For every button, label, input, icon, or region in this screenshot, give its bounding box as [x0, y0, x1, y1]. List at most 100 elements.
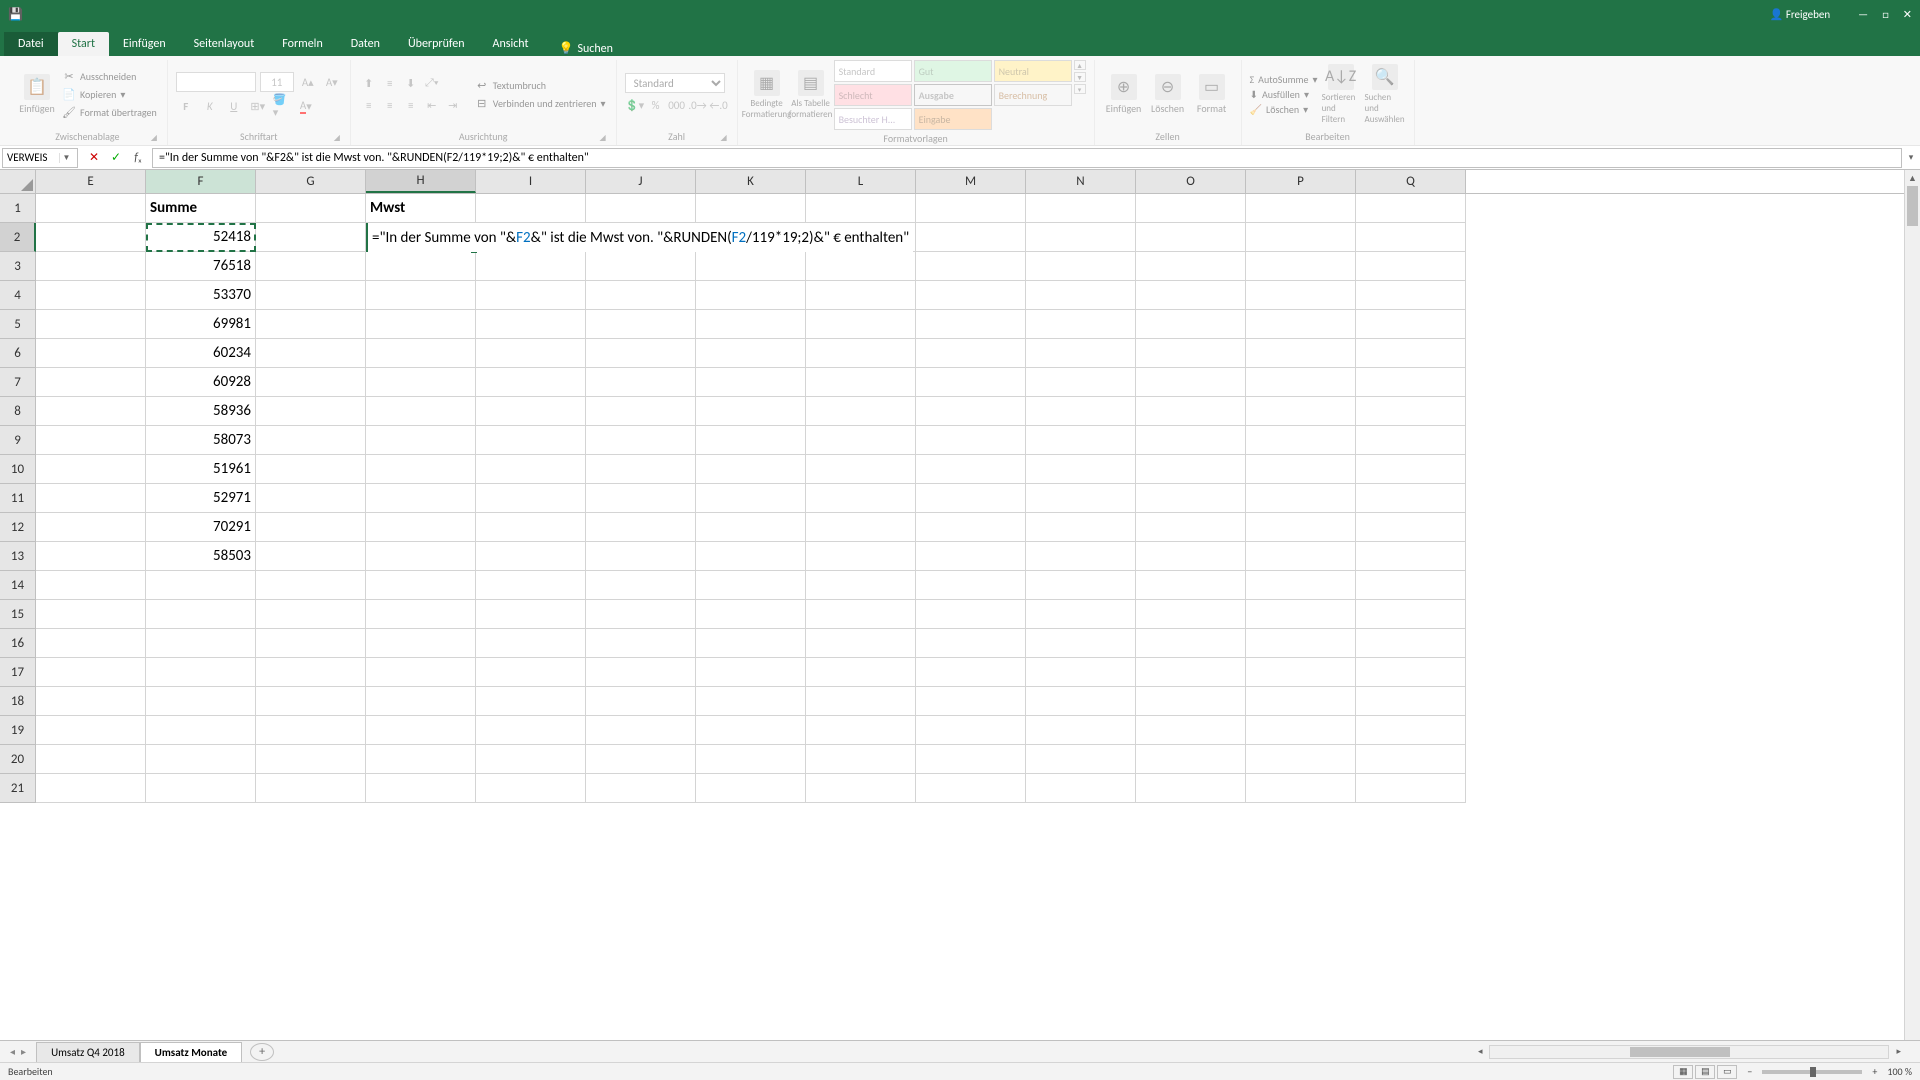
- cell[interactable]: [1356, 223, 1466, 252]
- add-sheet-button[interactable]: +: [250, 1043, 274, 1061]
- cell[interactable]: [366, 455, 476, 484]
- cell[interactable]: [916, 397, 1026, 426]
- cell[interactable]: [586, 426, 696, 455]
- cell[interactable]: [1136, 745, 1246, 774]
- cell[interactable]: [146, 571, 256, 600]
- cell[interactable]: [36, 194, 146, 223]
- cell[interactable]: [1246, 513, 1356, 542]
- cell[interactable]: [146, 716, 256, 745]
- cell[interactable]: [806, 629, 916, 658]
- cell[interactable]: [1246, 600, 1356, 629]
- cell[interactable]: [916, 571, 1026, 600]
- cell[interactable]: [1136, 774, 1246, 803]
- col-K[interactable]: K: [696, 170, 806, 193]
- insert-function-button[interactable]: fₓ: [128, 149, 148, 167]
- cell[interactable]: [806, 658, 916, 687]
- alignment-launcher-icon[interactable]: ◢: [598, 133, 608, 143]
- hscroll-right-icon[interactable]: ▸: [1893, 1046, 1904, 1057]
- cell[interactable]: [36, 600, 146, 629]
- cell[interactable]: [1246, 774, 1356, 803]
- thousands-icon[interactable]: 000: [667, 95, 687, 115]
- cell[interactable]: [476, 716, 586, 745]
- cell[interactable]: [476, 571, 586, 600]
- tab-seitenlayout[interactable]: Seitenlayout: [180, 32, 269, 56]
- cell[interactable]: [1026, 745, 1136, 774]
- name-box[interactable]: VERWEIS▼: [2, 148, 78, 168]
- cell[interactable]: [476, 281, 586, 310]
- tab-ueberpruefen[interactable]: Überprüfen: [394, 32, 479, 56]
- vertical-scrollbar[interactable]: ▲ ▼: [1904, 170, 1920, 1054]
- cell-styles-gallery[interactable]: Standard Gut Neutral Schlecht Ausgabe Be…: [834, 60, 1072, 130]
- copy-button[interactable]: 📄Kopieren ▾: [60, 86, 159, 102]
- cell[interactable]: [256, 426, 366, 455]
- col-M[interactable]: M: [916, 170, 1026, 193]
- tab-einfuegen[interactable]: Einfügen: [109, 32, 180, 56]
- tab-datei[interactable]: Datei: [4, 32, 58, 56]
- tell-me-search[interactable]: 💡 Suchen: [559, 41, 613, 56]
- row-header[interactable]: 1: [0, 194, 36, 223]
- cell[interactable]: [36, 397, 146, 426]
- font-name-input[interactable]: [176, 72, 256, 92]
- zoom-slider[interactable]: [1762, 1070, 1862, 1074]
- cell[interactable]: [1026, 571, 1136, 600]
- cell[interactable]: [1136, 716, 1246, 745]
- border-button[interactable]: ⊞▾: [248, 96, 268, 116]
- sheet-nav-first-icon[interactable]: ◂: [10, 1045, 15, 1058]
- cell[interactable]: [256, 687, 366, 716]
- cell[interactable]: 58936: [146, 397, 256, 426]
- cell[interactable]: [476, 745, 586, 774]
- cell[interactable]: [806, 687, 916, 716]
- cell[interactable]: [586, 600, 696, 629]
- row-header[interactable]: 19: [0, 716, 36, 745]
- cell[interactable]: [146, 745, 256, 774]
- cell[interactable]: [1136, 484, 1246, 513]
- cell[interactable]: [256, 600, 366, 629]
- cell[interactable]: [806, 455, 916, 484]
- style-ausgabe[interactable]: Ausgabe: [914, 84, 992, 106]
- spreadsheet-grid[interactable]: E F G H I J K L M N O P Q 1SummeMwst2524…: [0, 170, 1920, 1054]
- col-I[interactable]: I: [476, 170, 586, 193]
- col-G[interactable]: G: [256, 170, 366, 193]
- cell[interactable]: [366, 542, 476, 571]
- zoom-level[interactable]: 100 %: [1887, 1065, 1912, 1078]
- cell[interactable]: [476, 484, 586, 513]
- cell[interactable]: [586, 687, 696, 716]
- cell[interactable]: [476, 426, 586, 455]
- view-page-break-icon[interactable]: ▭: [1717, 1065, 1737, 1079]
- cell[interactable]: Mwst: [366, 194, 476, 223]
- cell[interactable]: [476, 600, 586, 629]
- row-header[interactable]: 16: [0, 629, 36, 658]
- cell[interactable]: [586, 716, 696, 745]
- cell[interactable]: [366, 716, 476, 745]
- cell[interactable]: [1026, 339, 1136, 368]
- cell[interactable]: [1136, 513, 1246, 542]
- cell[interactable]: [366, 252, 476, 281]
- font-launcher-icon[interactable]: ◢: [332, 133, 342, 143]
- merge-button[interactable]: ⊟Verbinden und zentrieren ▾: [473, 95, 608, 111]
- cut-button[interactable]: ✂Ausschneiden: [60, 68, 159, 84]
- cell[interactable]: [1246, 629, 1356, 658]
- find-select-button[interactable]: 🔍Suchen und Auswählen: [1364, 62, 1406, 127]
- cell[interactable]: [696, 658, 806, 687]
- cell[interactable]: [1026, 513, 1136, 542]
- cell[interactable]: [696, 716, 806, 745]
- row-header[interactable]: 9: [0, 426, 36, 455]
- cell[interactable]: [1136, 629, 1246, 658]
- cell[interactable]: [476, 252, 586, 281]
- col-E[interactable]: E: [36, 170, 146, 193]
- cell[interactable]: [256, 542, 366, 571]
- cell[interactable]: [586, 194, 696, 223]
- style-neutral[interactable]: Neutral: [994, 60, 1072, 82]
- row-header[interactable]: 20: [0, 745, 36, 774]
- cell[interactable]: 52971: [146, 484, 256, 513]
- cell[interactable]: [916, 600, 1026, 629]
- cell[interactable]: [1026, 600, 1136, 629]
- cell[interactable]: [36, 542, 146, 571]
- cell[interactable]: [586, 542, 696, 571]
- row-header[interactable]: 11: [0, 484, 36, 513]
- orientation-icon[interactable]: ⤢▾: [422, 73, 442, 93]
- cell[interactable]: [1136, 426, 1246, 455]
- share-button[interactable]: 👤 Freigeben: [1770, 8, 1831, 21]
- cell[interactable]: [1356, 339, 1466, 368]
- cell[interactable]: [256, 281, 366, 310]
